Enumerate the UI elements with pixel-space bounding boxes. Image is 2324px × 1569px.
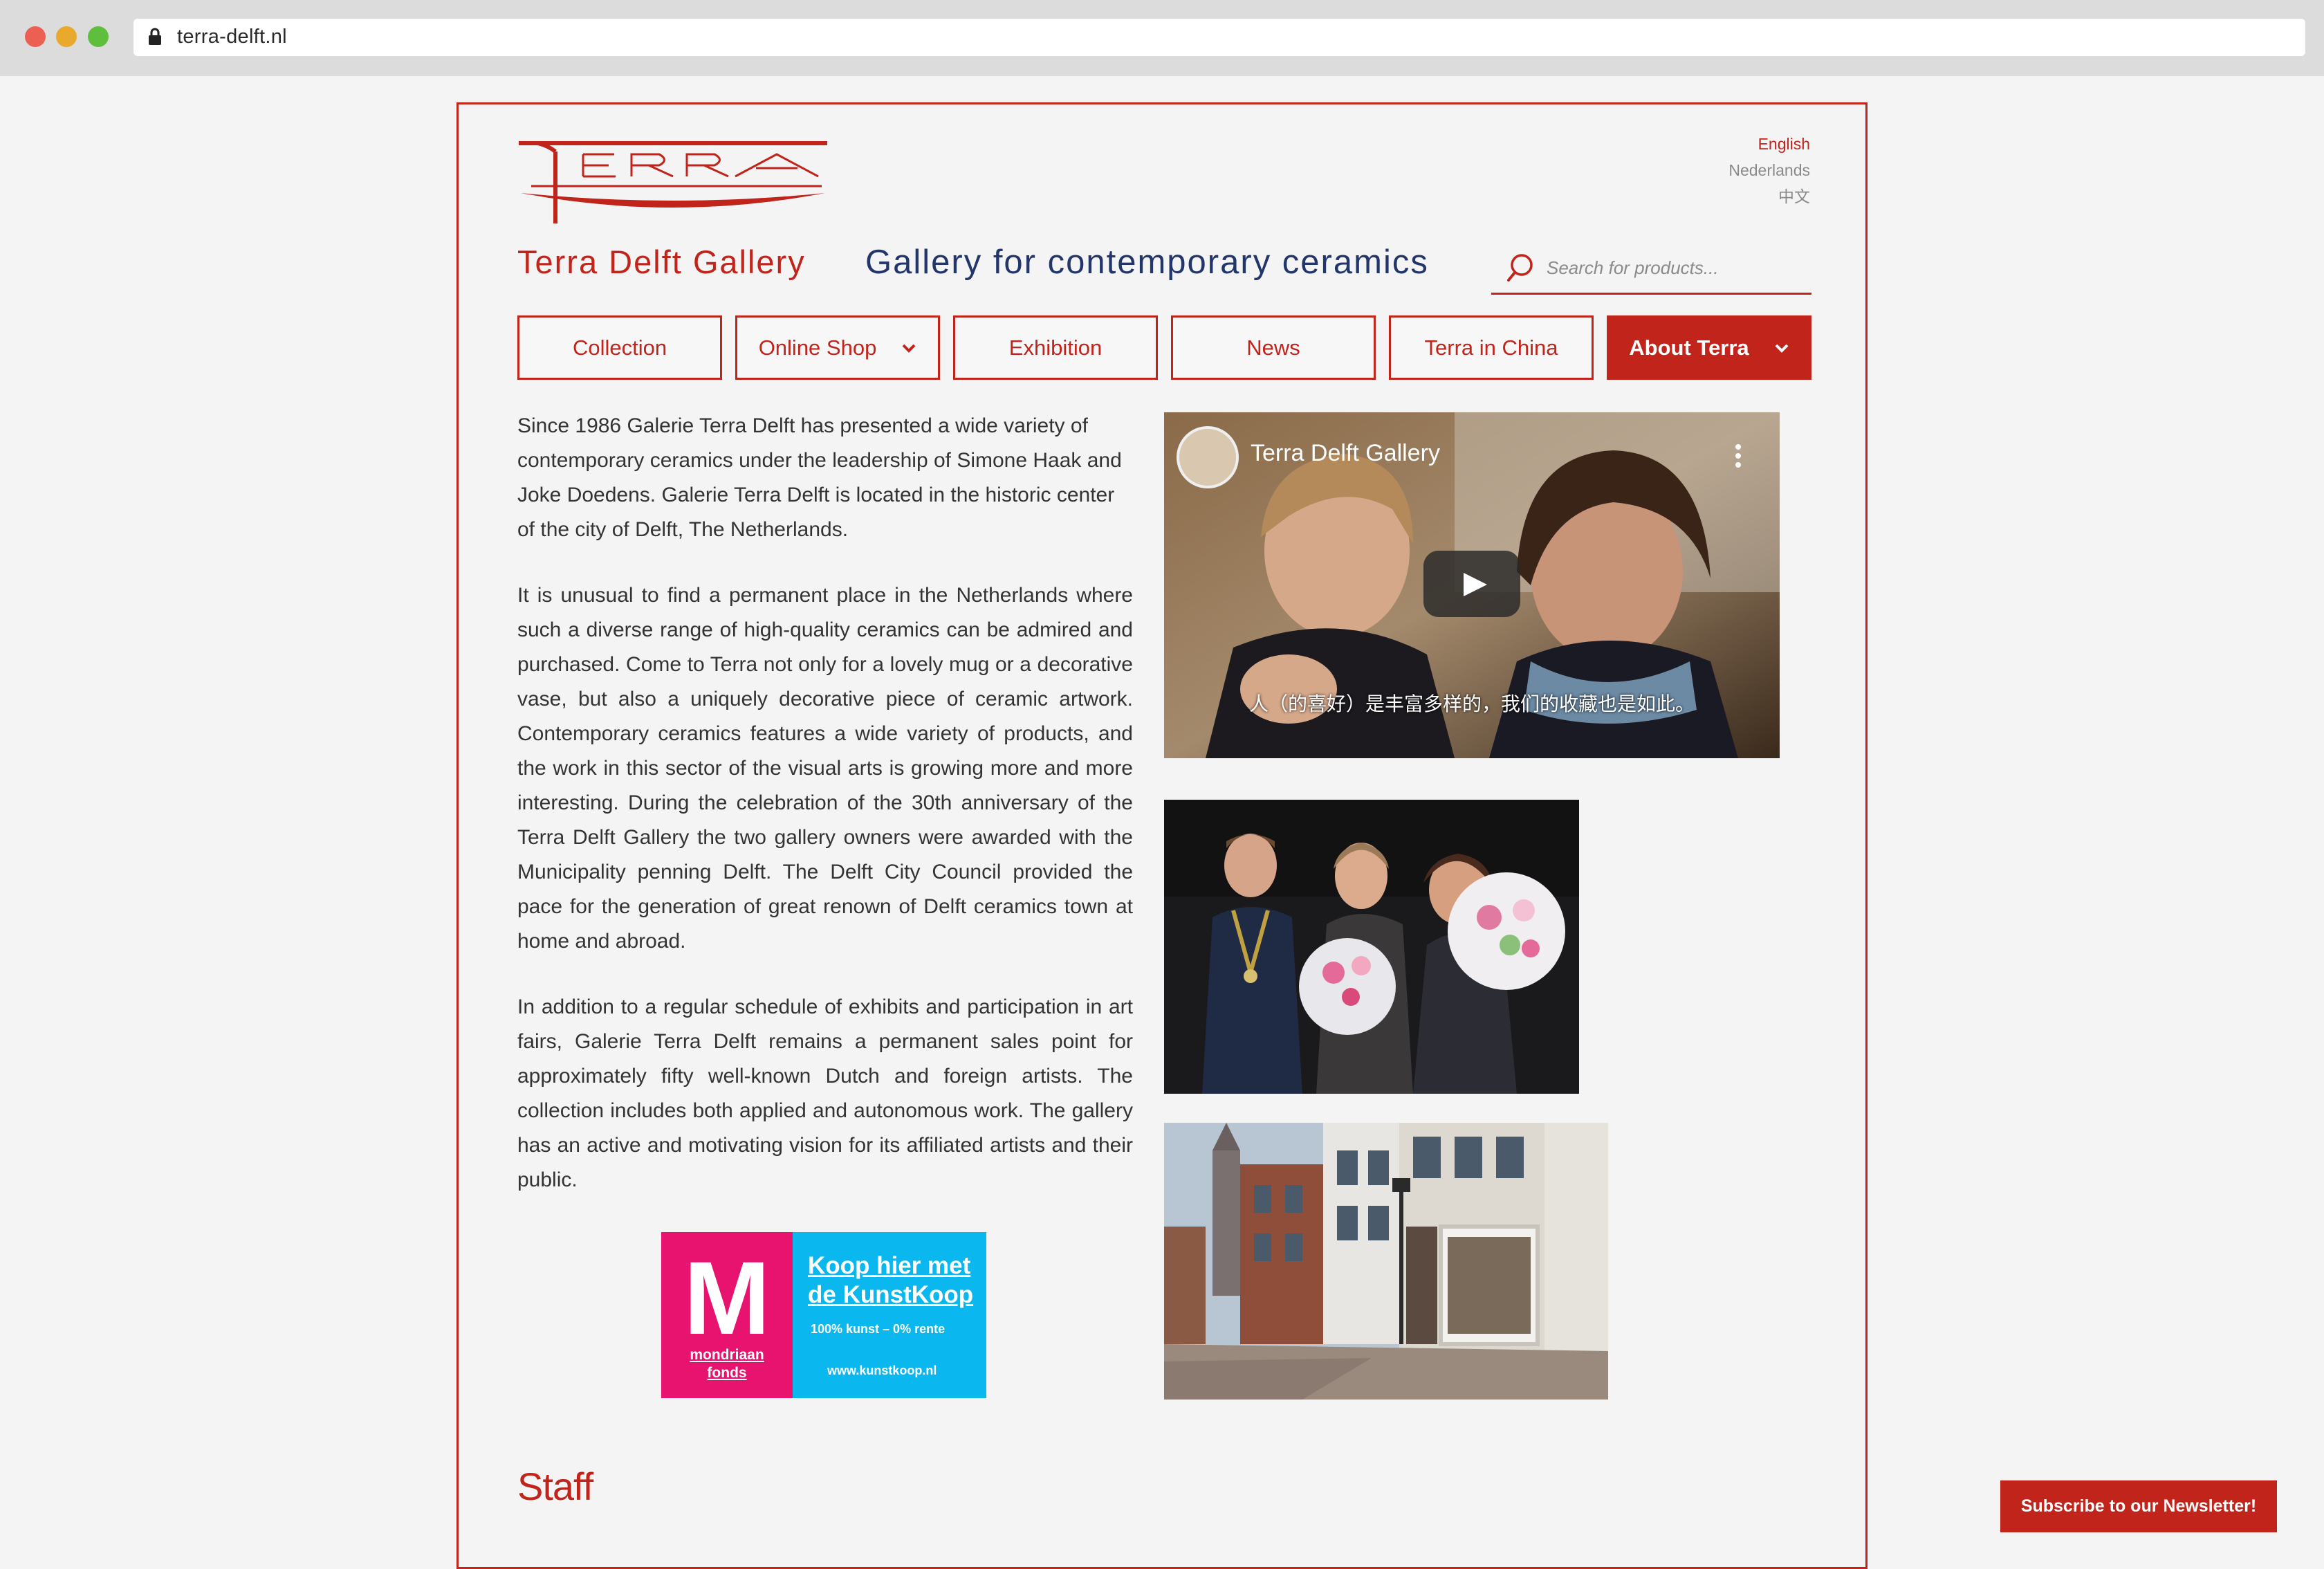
- award-photo[interactable]: [1164, 800, 1579, 1094]
- channel-avatar[interactable]: [1177, 426, 1239, 488]
- page-container: Terra Delft Gallery Gallery for contempo…: [456, 102, 1868, 1569]
- kunstkoop-title: Koop hier met de KunstKoop: [808, 1252, 974, 1308]
- search-box: [1491, 243, 1811, 295]
- play-icon: [1464, 573, 1487, 596]
- nav-terra-in-china[interactable]: Terra in China: [1389, 315, 1594, 380]
- maximize-window-button[interactable]: [88, 26, 109, 47]
- about-paragraph: Since 1986 Galerie Terra Delft has prese…: [517, 414, 1122, 541]
- about-paragraph: In addition to a regular schedule of exh…: [517, 995, 1133, 1191]
- nav-label: About Terra: [1629, 335, 1749, 360]
- kunstkoop-banner[interactable]: M mondriaan fonds Koop hier met de Kunst…: [661, 1232, 986, 1398]
- nav-online-shop[interactable]: Online Shop: [735, 315, 940, 380]
- kunstkoop-subtitle: 100% kunst – 0% rente: [811, 1322, 946, 1336]
- newsletter-subscribe-button[interactable]: Subscribe to our Newsletter!: [2000, 1480, 2277, 1532]
- play-button[interactable]: [1423, 551, 1520, 617]
- lang-chinese[interactable]: 中文: [1728, 183, 1810, 210]
- video-caption: 人（的喜好）是丰富多样的，我们的收藏也是如此。: [1248, 693, 1695, 715]
- fonds-line: mondriaan: [690, 1347, 764, 1363]
- nav-label: News: [1246, 335, 1300, 360]
- close-window-button[interactable]: [25, 26, 46, 47]
- staff-heading: Staff: [517, 1465, 593, 1508]
- video-title[interactable]: Terra Delft Gallery: [1251, 440, 1440, 467]
- chevron-down-icon: [902, 344, 916, 353]
- nav-about-terra[interactable]: About Terra: [1607, 315, 1811, 380]
- mondriaan-logo-letter: M: [683, 1240, 771, 1356]
- lang-dutch[interactable]: Nederlands: [1728, 157, 1810, 183]
- lang-english[interactable]: English: [1728, 131, 1810, 157]
- mondriaan-fonds-label: mondriaan fonds: [661, 1346, 793, 1382]
- nav-news[interactable]: News: [1171, 315, 1376, 380]
- about-paragraph: It is unusual to find a permanent place …: [517, 584, 1133, 953]
- nav-label: Collection: [572, 335, 667, 360]
- main-nav: Collection Online Shop Exhibition News T…: [517, 315, 1811, 380]
- lock-icon: [149, 28, 161, 45]
- kunstkoop-panel: Koop hier met de KunstKoop 100% kunst – …: [793, 1232, 986, 1398]
- minimize-window-button[interactable]: [56, 26, 77, 47]
- gallery-street-photo[interactable]: [1164, 1123, 1608, 1400]
- language-switcher: English Nederlands 中文: [1728, 131, 1810, 210]
- address-bar[interactable]: terra-delft.nl: [133, 19, 2305, 56]
- brand-name[interactable]: Terra Delft Gallery: [517, 243, 806, 281]
- nav-collection[interactable]: Collection: [517, 315, 722, 380]
- nav-label: Online Shop: [758, 335, 877, 360]
- kunstkoop-url: www.kunstkoop.nl: [827, 1364, 937, 1377]
- nav-label: Terra in China: [1424, 335, 1558, 360]
- mondriaan-fonds-logo: M mondriaan fonds: [661, 1232, 793, 1398]
- search-icon[interactable]: [1506, 253, 1537, 283]
- browser-chrome: terra-delft.nl: [0, 0, 2324, 76]
- more-options-icon[interactable]: [1735, 443, 1742, 468]
- about-text: Since 1986 Galerie Terra Delft has prese…: [517, 409, 1133, 1229]
- terra-logo[interactable]: [517, 139, 829, 226]
- chevron-down-icon: [1775, 344, 1789, 353]
- nav-exhibition[interactable]: Exhibition: [953, 315, 1158, 380]
- url-text: terra-delft.nl: [177, 26, 287, 48]
- site-tagline: Gallery for contemporary ceramics: [865, 244, 1429, 281]
- fonds-line: fonds: [707, 1365, 747, 1381]
- nav-label: Exhibition: [1008, 335, 1103, 360]
- video-embed[interactable]: Terra Delft Gallery 人（的喜好）是丰富多样的，我们的收藏也是…: [1164, 412, 1780, 758]
- search-input[interactable]: [1545, 248, 1801, 287]
